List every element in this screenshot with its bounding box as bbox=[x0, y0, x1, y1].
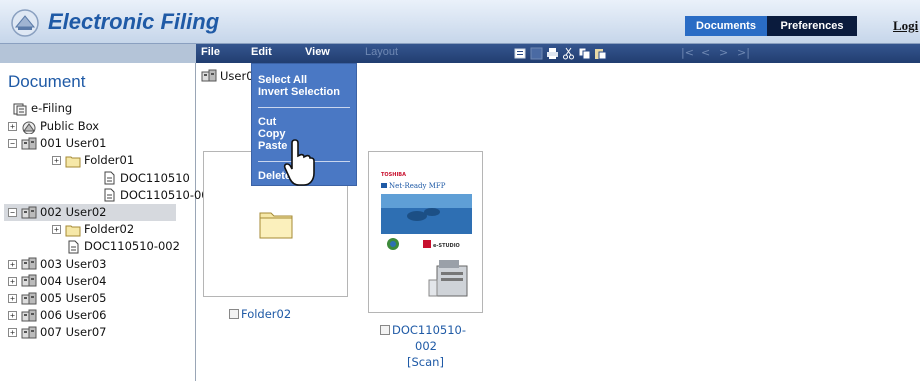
tree-expander[interactable]: + bbox=[52, 156, 61, 166]
folder-icon bbox=[65, 156, 81, 168]
tree-item-label: Public Box bbox=[40, 119, 100, 133]
folder-tree-pane: Document e-Filing + Public Box − 001 User01… bbox=[0, 63, 216, 381]
tree-item[interactable]: DOC110510-001 bbox=[48, 187, 216, 204]
folder-icon bbox=[65, 225, 81, 237]
tree-item[interactable]: + Public Box bbox=[4, 118, 99, 135]
public-box-icon bbox=[22, 121, 36, 134]
paste-icon[interactable] bbox=[594, 47, 607, 60]
document-card-label[interactable]: DOC110510- bbox=[380, 323, 466, 337]
user-box-icon bbox=[21, 137, 37, 150]
thumbnail-brand: TOSHIBA bbox=[381, 172, 406, 178]
tab-documents[interactable]: Documents bbox=[685, 16, 767, 36]
tree-item-label: 003 User03 bbox=[40, 256, 107, 271]
tree-item[interactable]: +007 User07 bbox=[4, 324, 106, 341]
document-select-checkbox[interactable] bbox=[380, 325, 390, 335]
menu-file[interactable]: File bbox=[201, 46, 220, 58]
tree-expander[interactable]: + bbox=[8, 328, 17, 338]
tab-preferences[interactable]: Preferences bbox=[767, 16, 857, 36]
tree-item-label: DOC110510 bbox=[120, 170, 190, 185]
copy-icon[interactable] bbox=[578, 47, 591, 60]
tree-item-label: 004 User04 bbox=[40, 273, 107, 288]
login-link[interactable]: Logi bbox=[893, 18, 918, 34]
tree-item-label: Folder02 bbox=[84, 222, 135, 237]
tree-item[interactable]: + Folder02 bbox=[26, 221, 134, 238]
breadcrumb-label: User0 bbox=[220, 69, 254, 83]
tree-item-label: 002 User02 bbox=[40, 205, 107, 219]
mouse-pointer-icon bbox=[283, 139, 315, 186]
tree-item-label: DOC110510-002 bbox=[84, 239, 180, 254]
tree-item-label: Folder01 bbox=[84, 153, 135, 168]
last-page-icon: >| bbox=[737, 46, 750, 59]
tree-item[interactable]: DOC110510 bbox=[48, 170, 190, 187]
folder-card-label[interactable]: Folder02 bbox=[229, 307, 291, 321]
menu-cut[interactable]: Cut bbox=[258, 116, 276, 128]
document-name-line2: 002 bbox=[415, 339, 437, 353]
thumbnail-series: e-STUDIO bbox=[433, 243, 460, 249]
tree-expander[interactable]: + bbox=[52, 225, 61, 235]
tree-item[interactable]: − 002 User02 bbox=[4, 204, 176, 221]
tree-item[interactable]: − 001 User01 bbox=[4, 135, 106, 152]
user-box-icon bbox=[21, 326, 37, 339]
app-header: Electronic Filing Documents Preferences … bbox=[0, 0, 920, 44]
print-icon[interactable] bbox=[546, 47, 559, 60]
tree-item[interactable]: +003 User03 bbox=[4, 256, 106, 273]
user-box-icon bbox=[201, 69, 217, 82]
tree-root[interactable]: e-Filing bbox=[12, 100, 72, 117]
menu-invert-selection[interactable]: Invert Selection bbox=[258, 86, 340, 98]
menu-select-all[interactable]: Select All bbox=[258, 74, 307, 86]
tree-item[interactable]: DOC110510-002 bbox=[26, 238, 180, 255]
document-type-label: [Scan] bbox=[407, 355, 444, 369]
thumbnail-product: Net-Ready MFP bbox=[389, 182, 446, 190]
tree-expander[interactable]: + bbox=[8, 294, 17, 303]
document-thumbnail: TOSHIBA Net-Ready MFP e-STUDIO bbox=[377, 162, 476, 304]
e-filing-logo-icon bbox=[11, 9, 39, 37]
save-icon bbox=[530, 47, 543, 60]
tree-expander[interactable]: + bbox=[8, 122, 17, 131]
user-box-icon bbox=[21, 292, 37, 304]
tree-item[interactable]: +004 User04 bbox=[4, 273, 106, 290]
tree-item[interactable]: +005 User05 bbox=[4, 290, 106, 307]
document-name-line1: DOC110510- bbox=[392, 323, 466, 337]
prev-page-icon: < bbox=[701, 46, 711, 59]
menu-layout: Layout bbox=[365, 46, 399, 58]
menu-view[interactable]: View bbox=[305, 46, 330, 58]
first-page-icon: |< bbox=[681, 46, 694, 59]
tree-root-label: e-Filing bbox=[31, 101, 73, 115]
document-icon bbox=[104, 188, 115, 202]
top-tabs: Documents Preferences bbox=[685, 16, 857, 36]
folder-select-checkbox[interactable] bbox=[229, 309, 239, 319]
tree-expander[interactable]: + bbox=[8, 259, 17, 269]
menu-edit[interactable]: Edit bbox=[251, 46, 272, 58]
menu-bar-left-spacer bbox=[0, 44, 196, 63]
app-title: Electronic Filing bbox=[48, 9, 220, 34]
menu-copy[interactable]: Copy bbox=[258, 128, 286, 140]
user-box-icon bbox=[21, 274, 37, 287]
menu-bar: File Edit View Layout |< < > >| bbox=[0, 44, 920, 63]
folder-name: Folder02 bbox=[241, 307, 292, 321]
cut-icon[interactable] bbox=[562, 47, 575, 60]
tree-title: Document bbox=[8, 72, 86, 91]
tree-item-label: 007 User07 bbox=[40, 325, 107, 340]
user-box-icon bbox=[21, 206, 37, 218]
user-box-icon bbox=[21, 309, 37, 322]
folder-icon bbox=[259, 212, 293, 239]
tree-item-label: 006 User06 bbox=[40, 308, 107, 323]
tree-item-label: 005 User05 bbox=[40, 291, 107, 305]
menu-separator bbox=[258, 107, 350, 108]
user-box-icon bbox=[21, 257, 37, 270]
document-card[interactable]: TOSHIBA Net-Ready MFP e-STUDIO bbox=[368, 151, 483, 313]
properties-icon[interactable] bbox=[514, 47, 527, 60]
tree-expander[interactable]: − bbox=[8, 139, 17, 149]
document-icon bbox=[68, 240, 79, 254]
tree-item[interactable]: +006 User06 bbox=[4, 307, 106, 324]
tree-expander[interactable]: − bbox=[8, 208, 17, 217]
tree-expander[interactable]: + bbox=[8, 276, 17, 286]
tree-item[interactable]: + Folder01 bbox=[26, 152, 134, 169]
breadcrumb: User0 bbox=[201, 69, 254, 83]
tree-expander[interactable]: + bbox=[8, 311, 17, 321]
next-page-icon: > bbox=[719, 46, 729, 59]
tree-item-label: 001 User01 bbox=[40, 136, 107, 151]
document-icon bbox=[104, 171, 115, 185]
e-filing-root-icon bbox=[13, 103, 27, 115]
